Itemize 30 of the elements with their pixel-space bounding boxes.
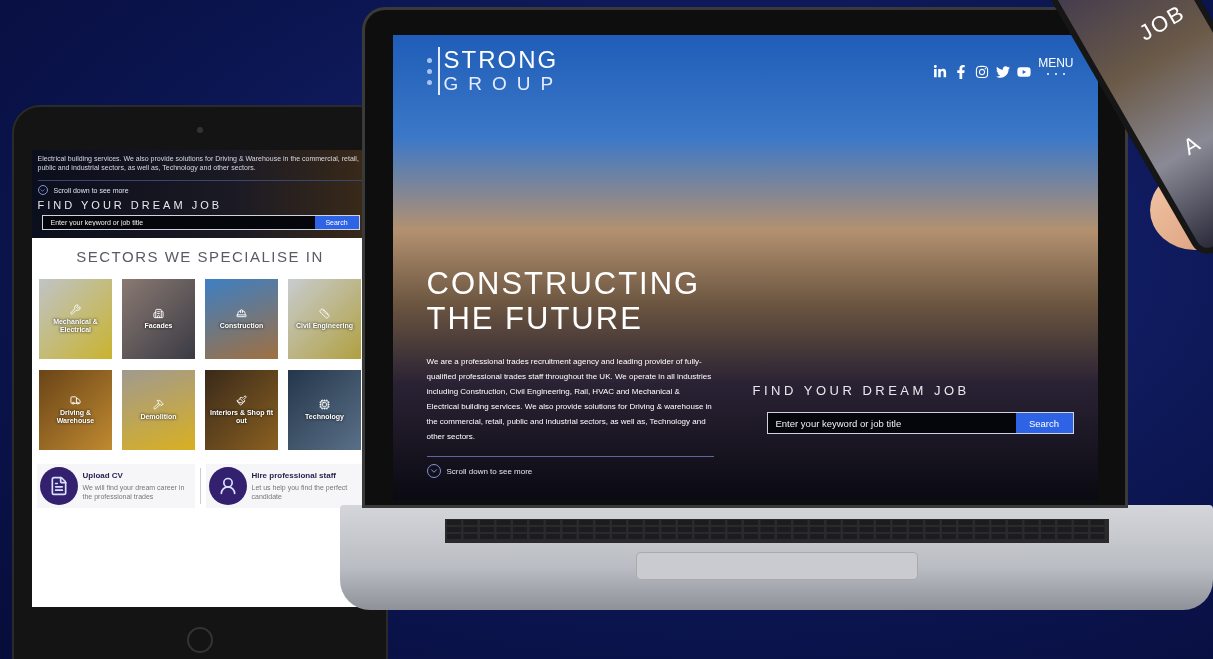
building-icon: [153, 308, 164, 319]
search-title: FIND YOUR DREAM JOB: [752, 383, 971, 398]
truck-icon: [70, 395, 81, 406]
section-title: SECTORS WE SPECIALISE IN: [76, 248, 324, 265]
hammer-icon: [153, 399, 164, 410]
ruler-icon: [319, 308, 330, 319]
document-icon: [39, 467, 78, 505]
phone-text: JOB: [1134, 0, 1190, 46]
hard-hat-icon: [236, 308, 247, 319]
scroll-hint[interactable]: Scroll down to see more: [446, 466, 533, 476]
chip-icon: [319, 399, 330, 410]
instagram-icon[interactable]: [975, 65, 990, 79]
linkedin-icon[interactable]: [933, 65, 948, 79]
paintbrush-icon: [236, 395, 247, 406]
youtube-icon[interactable]: [1017, 65, 1032, 79]
logo-dots-icon: [426, 57, 432, 85]
card-title: Hire professional staff: [251, 471, 337, 480]
logo[interactable]: STRONG GROUP: [437, 47, 564, 95]
intro-text: We are a professional trades recruitment agency and leading provider of fully-qualified professional trades staff throughout the UK. We operate in all industries including Construction, Civil Engineering, Rail, HVAC and Mechanical & Electrical building services. We also provide solutions for Driving & warehouse in the commercial, retail, public and industrial sectors, as well as, Technology and other sectors.: [426, 356, 713, 443]
search-button[interactable]: Search: [1015, 413, 1073, 433]
camera-dot: [197, 127, 203, 133]
hero-title: CONSTRUCTING THE FUTURE: [426, 266, 702, 336]
phone-text: A: [1178, 129, 1206, 160]
menu-button[interactable]: MENU: [1038, 55, 1074, 75]
search-title: FIND YOUR DREAM JOB: [37, 199, 224, 211]
person-icon: [208, 467, 247, 505]
twitter-icon[interactable]: [996, 65, 1011, 79]
wrench-icon: [70, 304, 81, 315]
card-title: Upload CV: [82, 471, 124, 480]
search-field[interactable]: Enter your keyword or job title Search: [766, 412, 1074, 434]
